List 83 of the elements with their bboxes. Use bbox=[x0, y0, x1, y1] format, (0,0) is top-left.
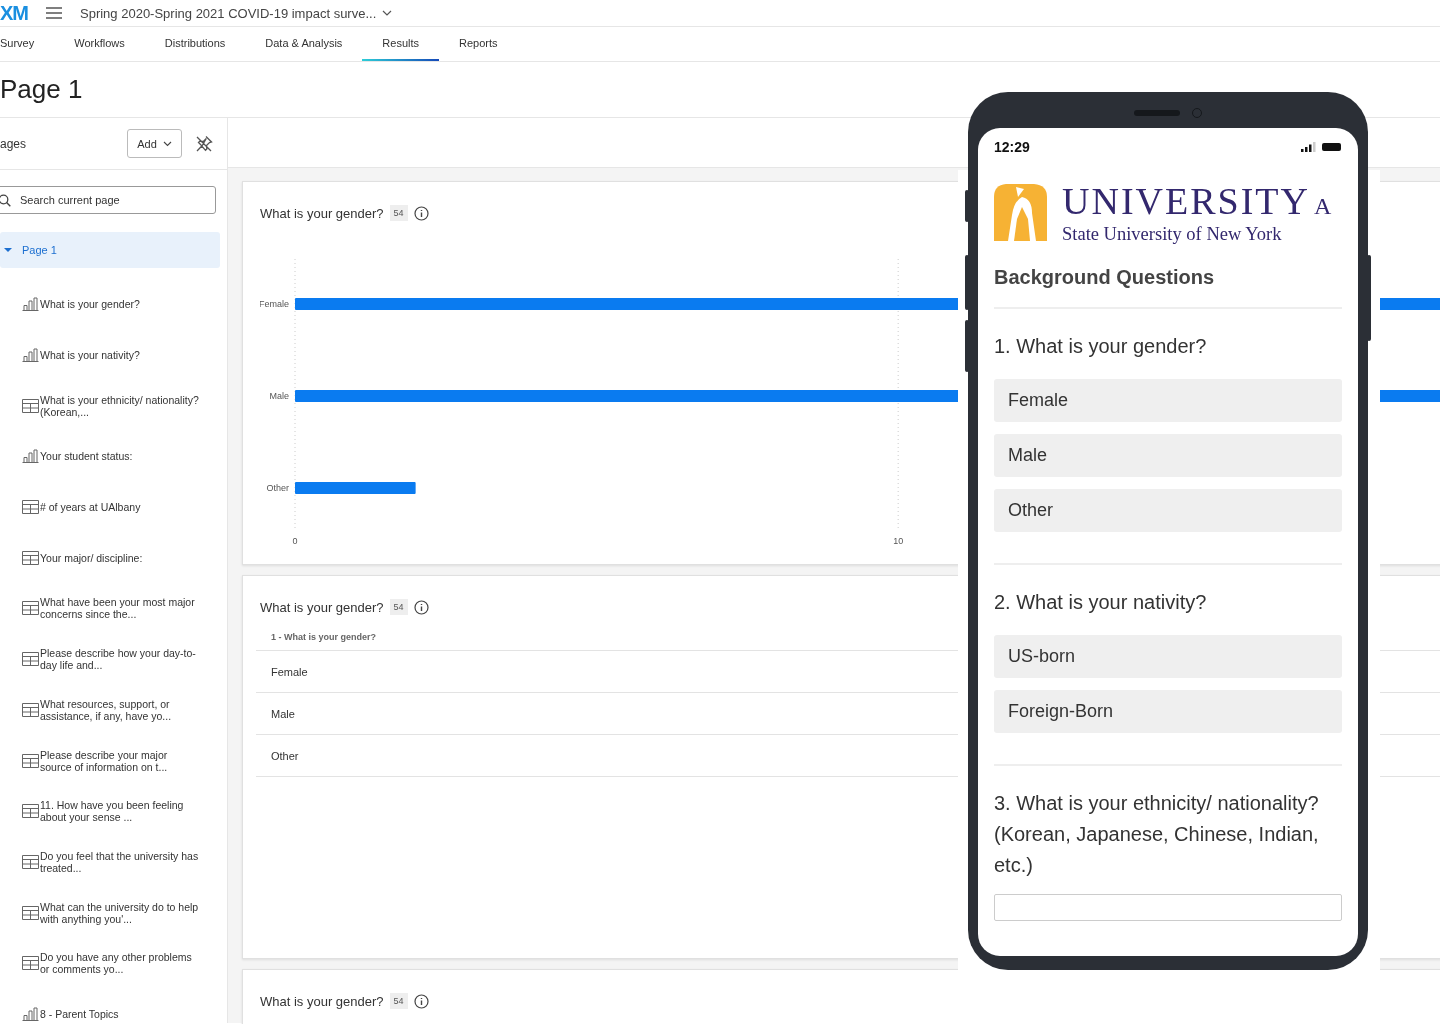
category-label: Female bbox=[260, 299, 289, 309]
table-icon bbox=[22, 905, 39, 920]
info-icon[interactable] bbox=[413, 599, 429, 615]
info-icon[interactable] bbox=[413, 993, 429, 1009]
survey-title-dropdown[interactable]: Spring 2020-Spring 2021 COVID-19 impact surve... bbox=[80, 5, 393, 21]
table-cell: Female bbox=[271, 665, 308, 678]
search-field[interactable]: Search current page bbox=[0, 186, 216, 214]
answer-choice[interactable]: Female bbox=[994, 379, 1342, 422]
sidebar-item[interactable]: What is your ethnicity/ nationality? (Korean,... bbox=[0, 380, 227, 432]
answer-field[interactable] bbox=[994, 894, 1342, 921]
question-text: 2. What is your nativity? bbox=[994, 590, 1208, 615]
question-text: 1. What is your gender? bbox=[994, 334, 1208, 359]
sidebar-item[interactable]: 11. How have you been feeling about your sense ... bbox=[0, 785, 227, 837]
table-icon bbox=[22, 500, 39, 515]
sidebar-item[interactable]: Your student status: bbox=[0, 431, 227, 482]
menu-icon[interactable] bbox=[46, 7, 62, 19]
response-count: 54 bbox=[389, 993, 408, 1009]
university-name: UNIVERSITY bbox=[1062, 183, 1310, 219]
card-title: What is your gender? bbox=[260, 205, 384, 221]
sidebar-title: ages bbox=[0, 136, 28, 151]
sidebar-item[interactable]: What can the university do to help with anything you'... bbox=[0, 887, 227, 938]
answer-choice[interactable]: US-born bbox=[994, 635, 1342, 678]
university-name-suffix: A bbox=[1314, 193, 1332, 220]
table-icon bbox=[22, 601, 39, 616]
answer-choice[interactable]: Male bbox=[994, 434, 1342, 477]
table-icon bbox=[22, 804, 39, 819]
table-icon bbox=[22, 854, 39, 869]
nav-tab[interactable]: Data & Analysis bbox=[245, 27, 363, 61]
bar-chart-icon bbox=[22, 1006, 39, 1021]
sidebar-item[interactable]: 8 - Parent Topics bbox=[0, 988, 227, 1024]
university-subtitle: State University of New York bbox=[1062, 224, 1283, 245]
nav-tab[interactable]: Workflows bbox=[54, 27, 145, 61]
add-button[interactable]: Add bbox=[127, 129, 182, 158]
table-icon bbox=[22, 753, 39, 768]
sidebar-item[interactable]: What is your gender? bbox=[0, 279, 227, 330]
speaker-grille bbox=[1134, 110, 1180, 116]
unpin-icon[interactable] bbox=[195, 134, 213, 153]
search-icon bbox=[0, 194, 11, 207]
category-label: Male bbox=[269, 391, 289, 401]
table-icon bbox=[22, 652, 39, 667]
answer-choice[interactable]: Other bbox=[994, 489, 1342, 532]
sidebar-item[interactable]: Your major/ discipline: bbox=[0, 532, 227, 584]
column-header: 1 - What is your gender? bbox=[271, 632, 376, 643]
nav-tab[interactable]: Distributions bbox=[144, 27, 246, 61]
table-cell: Male bbox=[271, 707, 295, 720]
sidebar-item[interactable]: Please describe your major source of information on t... bbox=[0, 735, 227, 786]
battery-icon bbox=[1322, 143, 1342, 151]
table-cell: Other bbox=[271, 749, 299, 762]
bar-chart-icon bbox=[22, 297, 39, 312]
table-icon bbox=[22, 956, 39, 971]
table-icon bbox=[22, 702, 39, 717]
table-icon bbox=[22, 550, 39, 565]
category-label: Other bbox=[266, 483, 289, 493]
card-title: What is your gender? bbox=[260, 993, 384, 1009]
sidebar-item[interactable]: Do you have any other problems or comments yo... bbox=[0, 937, 227, 989]
answer-choice[interactable]: Foreign-Born bbox=[994, 690, 1342, 733]
sidebar-item[interactable]: What resources, support, or assistance, if any, have yo... bbox=[0, 684, 227, 736]
nav-tab[interactable]: Reports bbox=[439, 27, 518, 61]
response-count: 54 bbox=[389, 205, 408, 221]
section-heading: Background Questions bbox=[994, 266, 1342, 309]
response-count: 54 bbox=[389, 599, 408, 615]
nav-tab[interactable]: Survey bbox=[0, 27, 55, 61]
axis-tick-label: 10 bbox=[893, 536, 904, 546]
question-text: 3. What is your ethnicity/ nationality? (Korean, Japanese, Chinese, Indian, etc.) bbox=[994, 791, 1320, 878]
page-tree-item[interactable]: Page 1 bbox=[0, 232, 220, 268]
nav-tab[interactable]: Results bbox=[362, 27, 440, 61]
chevron-down-icon bbox=[162, 140, 172, 147]
sidebar-item[interactable]: Do you feel that the university has treated... bbox=[0, 836, 227, 888]
statue-emblem-icon bbox=[994, 183, 1047, 241]
table-icon bbox=[22, 398, 39, 413]
sidebar-item[interactable]: What is your nativity? bbox=[0, 329, 227, 381]
status-time: 12:29 bbox=[994, 139, 1031, 155]
info-icon[interactable] bbox=[413, 205, 429, 221]
signal-icon bbox=[1301, 142, 1316, 152]
page-title: Page 1 bbox=[0, 74, 83, 105]
sidebar-item[interactable]: # of years at UAlbany bbox=[0, 481, 227, 533]
axis-tick-label: 0 bbox=[292, 536, 298, 546]
chevron-down-icon bbox=[382, 10, 393, 16]
sidebar-item[interactable]: What have been your most major concerns since the... bbox=[0, 583, 227, 634]
sidebar-item[interactable]: Please describe how your day-to-day life and... bbox=[0, 633, 227, 685]
bar-chart-icon bbox=[22, 449, 39, 464]
bar-chart-icon bbox=[22, 348, 39, 363]
card-title: What is your gender? bbox=[260, 599, 384, 615]
